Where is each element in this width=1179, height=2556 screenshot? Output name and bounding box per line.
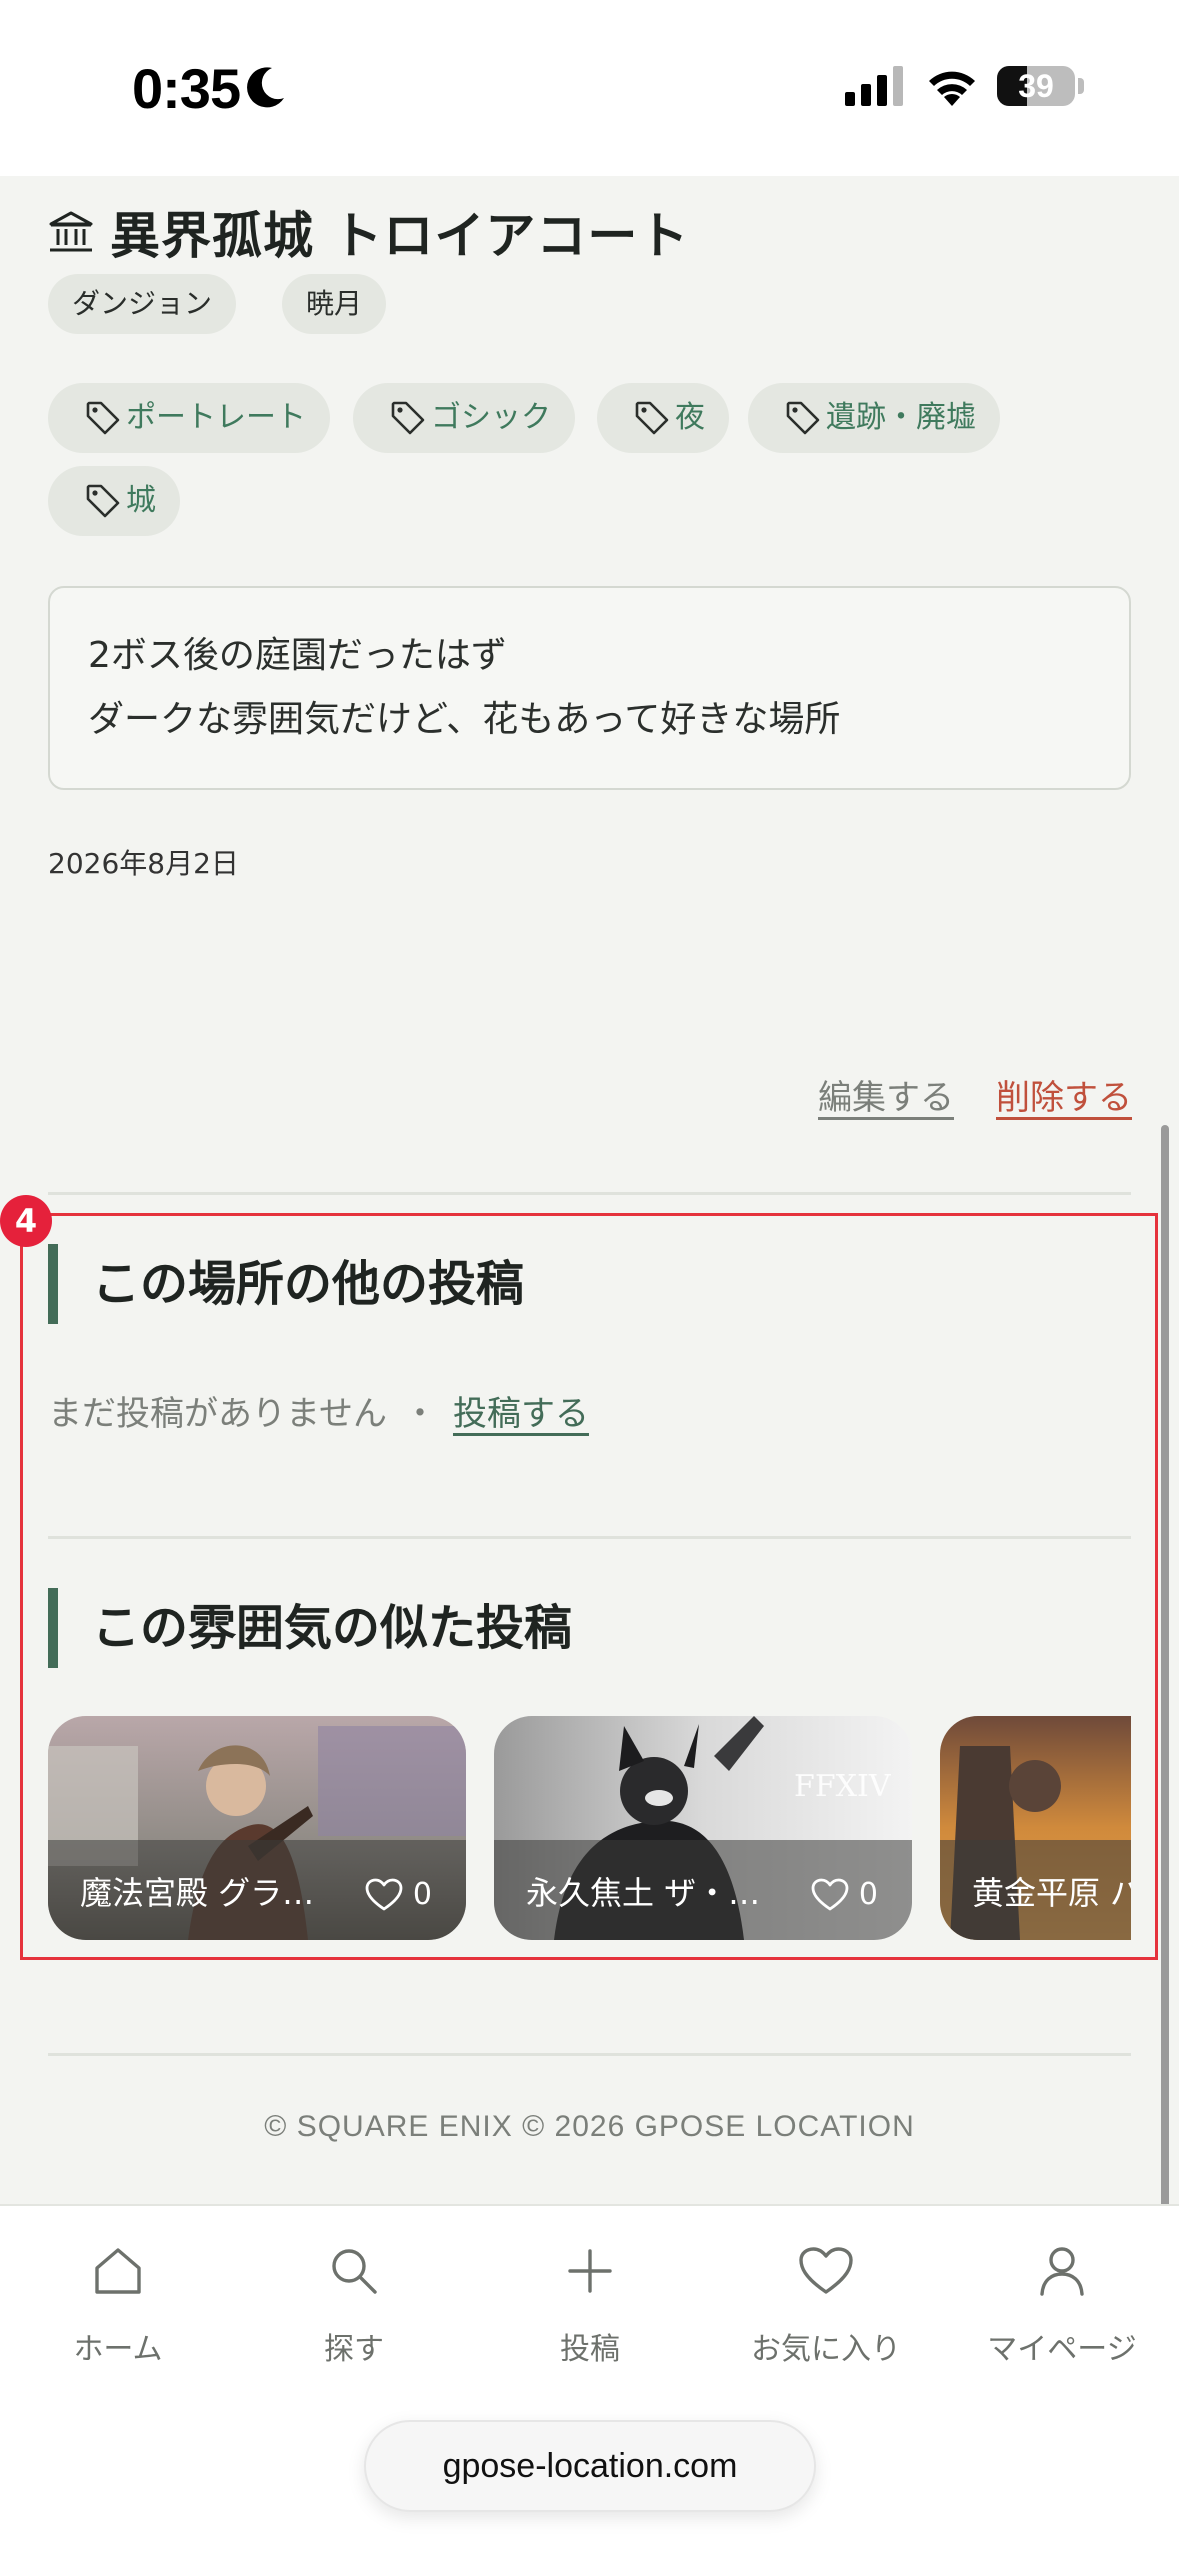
similar-post-card[interactable]: 黄金平原 パ [940,1716,1131,1940]
section-divider [48,1536,1131,1539]
similar-post-card[interactable]: FFXIV 永久焦土 ザ・… 0 [494,1716,912,1940]
battery-indicator: 39 [997,66,1075,106]
nav-label: ホーム [73,2332,163,2367]
status-bar: 0:35 39 [0,0,1179,176]
create-post-link[interactable]: 投稿する [453,1394,589,1434]
nav-home[interactable]: ホーム [0,2236,236,2368]
battery-cap [1078,78,1084,94]
other-posts-empty: まだ投稿がありません・投稿する [48,1386,589,1435]
tag-castle[interactable]: 城 [48,466,180,536]
nav-label: 探す [324,2332,384,2367]
footer-copyright: © SQUARE ENIX © 2026 GPOSE LOCATION [264,2110,915,2143]
nav-post[interactable]: 投稿 [472,2236,708,2368]
battery-percent: 39 [1018,68,1054,104]
like-count-value: 0 [858,1877,878,1912]
expansion-chip[interactable]: 暁月 [282,274,387,334]
nav-label: 投稿 [560,2332,620,2367]
tag-portrait[interactable]: ポートレート [48,383,330,453]
like-count[interactable]: 0 [811,1877,878,1912]
separator: ・ [402,1394,437,1434]
tag-label: ゴシック [431,400,551,435]
card-title: 永久焦土 ザ・… [526,1874,761,1912]
similar-post-card[interactable]: 魔法宮殿 グラ… 0 [48,1716,466,1940]
nav-label: マイページ [987,2332,1137,2367]
description-box: 2ボス後の庭園だったはず ダークな雰囲気だけど、花もあって好きな場所 [48,586,1131,790]
tag-icon [391,401,425,435]
similar-posts-heading: この雰囲気の似た投稿 [48,1588,572,1668]
description-line: ダークな雰囲気だけど、花もあって好きな場所 [88,699,841,740]
tag-gothic[interactable]: ゴシック [353,383,575,453]
section-divider [48,1192,1131,1195]
nav-favorites[interactable]: お気に入り [708,2236,944,2368]
post-date: 2026年8月2日 [48,847,239,880]
highlight-badge: 4 [0,1195,52,1247]
svg-text:FFXIV: FFXIV [794,1769,892,1804]
similar-posts-carousel[interactable]: 魔法宮殿 グラ… 0 FFXIV 永久焦土 ザ・… 0 黄金平原 パ [48,1716,1131,1944]
edit-link[interactable]: 編集する [818,1070,954,1119]
tag-label: 遺跡・廃墟 [826,400,976,435]
plus-icon [568,2249,612,2293]
tag-icon [786,401,820,435]
tag-icon [86,401,120,435]
tag-icon [635,401,669,435]
status-time: 0:35 [132,57,241,120]
search-icon [332,2249,377,2294]
wifi-icon [929,71,975,106]
nav-mypage[interactable]: マイページ [944,2236,1179,2368]
card-title: 魔法宮殿 グラ… [80,1874,315,1912]
tag-night[interactable]: 夜 [597,383,729,453]
home-icon [95,2248,141,2294]
tag-ruins[interactable]: 遺跡・廃墟 [748,383,1000,453]
spot-title: 異界孤城 トロイアコート [110,207,690,265]
empty-text: まだ投稿がありません [48,1394,387,1434]
footer-divider [48,2053,1131,2056]
tag-label: ポートレート [126,400,306,435]
landmark-icon [49,211,93,252]
tag-label: 城 [126,483,156,518]
category-chip[interactable]: ダンジョン [48,274,237,334]
heart-icon [365,1878,403,1910]
moon-icon [247,67,284,108]
like-count-value: 0 [412,1877,432,1912]
card-title: 黄金平原 パ [972,1874,1131,1912]
user-icon [1040,2247,1084,2296]
browser-url-bar[interactable]: gpose-location.com [364,2420,816,2512]
delete-link[interactable]: 削除する [996,1070,1132,1119]
other-posts-heading: この場所の他の投稿 [48,1244,524,1324]
tag-label: 夜 [675,400,705,435]
heart-icon [799,2247,853,2294]
description-line: 2ボス後の庭園だったはず [88,635,507,676]
tag-icon [86,484,120,518]
heart-icon [811,1878,849,1910]
like-count[interactable]: 0 [365,1877,432,1912]
page-scrollbar[interactable] [1161,1125,1169,2380]
cellular-signal-icon [845,66,903,106]
nav-label: お気に入り [751,2332,901,2367]
spot-title-row: 異界孤城 トロイアコート [48,196,689,268]
nav-search[interactable]: 探す [236,2236,472,2368]
